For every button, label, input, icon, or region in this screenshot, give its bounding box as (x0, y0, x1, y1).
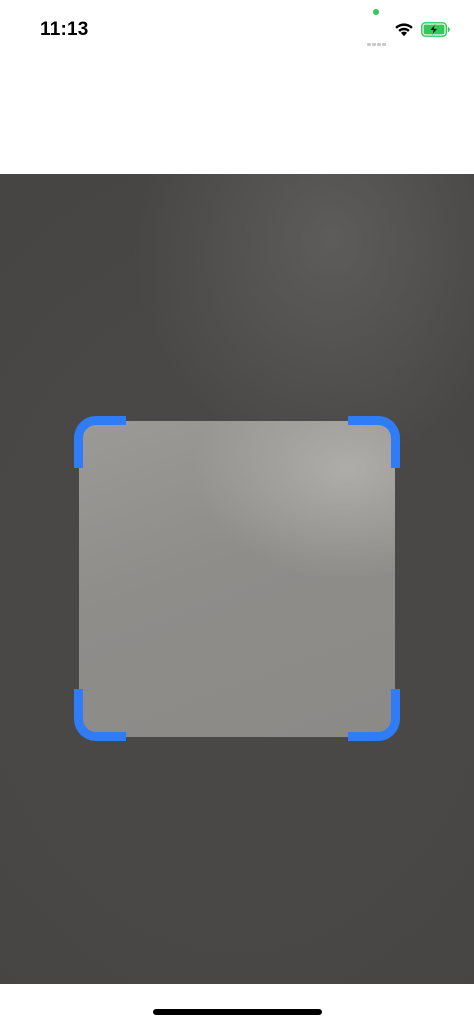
camera-preview (0, 174, 474, 984)
wifi-icon (395, 23, 413, 37)
scanner-screen: 11:13 (0, 0, 474, 1025)
status-time: 11:13 (40, 19, 89, 40)
privacy-indicator-dot (373, 9, 379, 15)
scan-frame-corner-top-left (74, 416, 126, 468)
scan-frame-corner-bottom-left (74, 689, 126, 741)
scan-frame-corner-bottom-right (348, 689, 400, 741)
cellular-icon (367, 33, 389, 46)
status-bar: 11:13 (0, 0, 474, 60)
battery-charging-icon (421, 22, 450, 37)
home-indicator[interactable] (153, 1009, 322, 1015)
scan-frame-corner-top-right (348, 416, 400, 468)
